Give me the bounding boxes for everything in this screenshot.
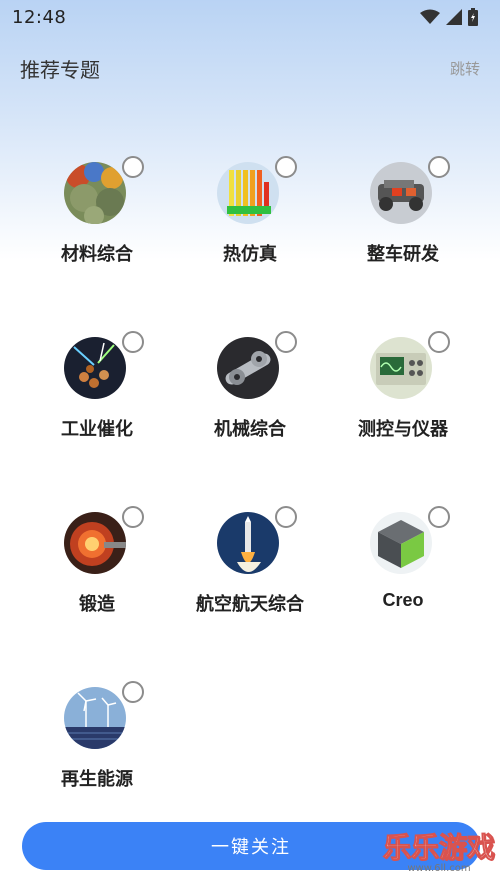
topic-item-materials[interactable]: 材料综合 [20, 156, 174, 266]
topic-label: 材料综合 [61, 244, 133, 265]
mechanical-image [217, 337, 279, 399]
topic-item-aerospace[interactable]: 航空航天综合 [173, 506, 327, 616]
page-header: 推荐专题 跳转 [0, 50, 500, 86]
aerospace-image [217, 512, 279, 574]
topic-label: 测控与仪器 [358, 419, 448, 440]
topic-item-thermal-sim[interactable]: 热仿真 [173, 156, 327, 266]
topic-checkbox[interactable] [428, 331, 450, 353]
forging-image [64, 512, 126, 574]
topic-label: 再生能源 [61, 769, 133, 790]
status-bar: 12:48 [0, 0, 500, 34]
materials-image [64, 162, 126, 224]
topic-checkbox[interactable] [122, 331, 144, 353]
topic-checkbox[interactable] [122, 156, 144, 178]
topic-checkbox[interactable] [122, 506, 144, 528]
topic-checkbox[interactable] [275, 156, 297, 178]
wifi-icon [420, 9, 440, 24]
topic-item-mechanical[interactable]: 机械综合 [173, 331, 327, 441]
catalysis-image [64, 337, 126, 399]
topic-checkbox[interactable] [122, 681, 144, 703]
status-time: 12:48 [12, 6, 67, 28]
watermark-url: www.6ll.com [407, 863, 471, 874]
thermal-sim-image [217, 162, 279, 224]
renewable-energy-image [64, 687, 126, 749]
topic-checkbox[interactable] [275, 331, 297, 353]
topic-label: 航空航天综合 [196, 594, 304, 615]
skip-link[interactable]: 跳转 [450, 58, 480, 79]
watermark-text: 乐乐游戏 [382, 831, 495, 864]
topic-checkbox[interactable] [428, 506, 450, 528]
topic-label: 整车研发 [367, 244, 439, 265]
topic-label: Creo [382, 590, 424, 610]
topic-label: 工业催化 [61, 419, 133, 440]
topic-item-forging[interactable]: 锻造 [20, 506, 174, 616]
topic-label: 锻造 [79, 594, 115, 615]
creo-cube-image [370, 512, 432, 574]
battery-icon [468, 8, 478, 26]
topic-checkbox[interactable] [275, 506, 297, 528]
signal-icon [446, 9, 462, 25]
topic-item-creo[interactable]: Creo [326, 506, 480, 611]
topic-item-vehicle-rd[interactable]: 整车研发 [326, 156, 480, 266]
watermark: 乐乐游戏 www.6ll.com [380, 831, 498, 881]
status-icons [420, 8, 478, 26]
topic-item-instrument[interactable]: 测控与仪器 [326, 331, 480, 441]
vehicle-rd-image [370, 162, 432, 224]
topic-label: 机械综合 [214, 419, 286, 440]
topic-item-catalysis[interactable]: 工业催化 [20, 331, 174, 441]
topic-checkbox[interactable] [428, 156, 450, 178]
topic-label: 热仿真 [223, 244, 277, 265]
page-title: 推荐专题 [20, 57, 100, 82]
instrument-image [370, 337, 432, 399]
topic-item-renewable-energy[interactable]: 再生能源 [20, 681, 174, 791]
